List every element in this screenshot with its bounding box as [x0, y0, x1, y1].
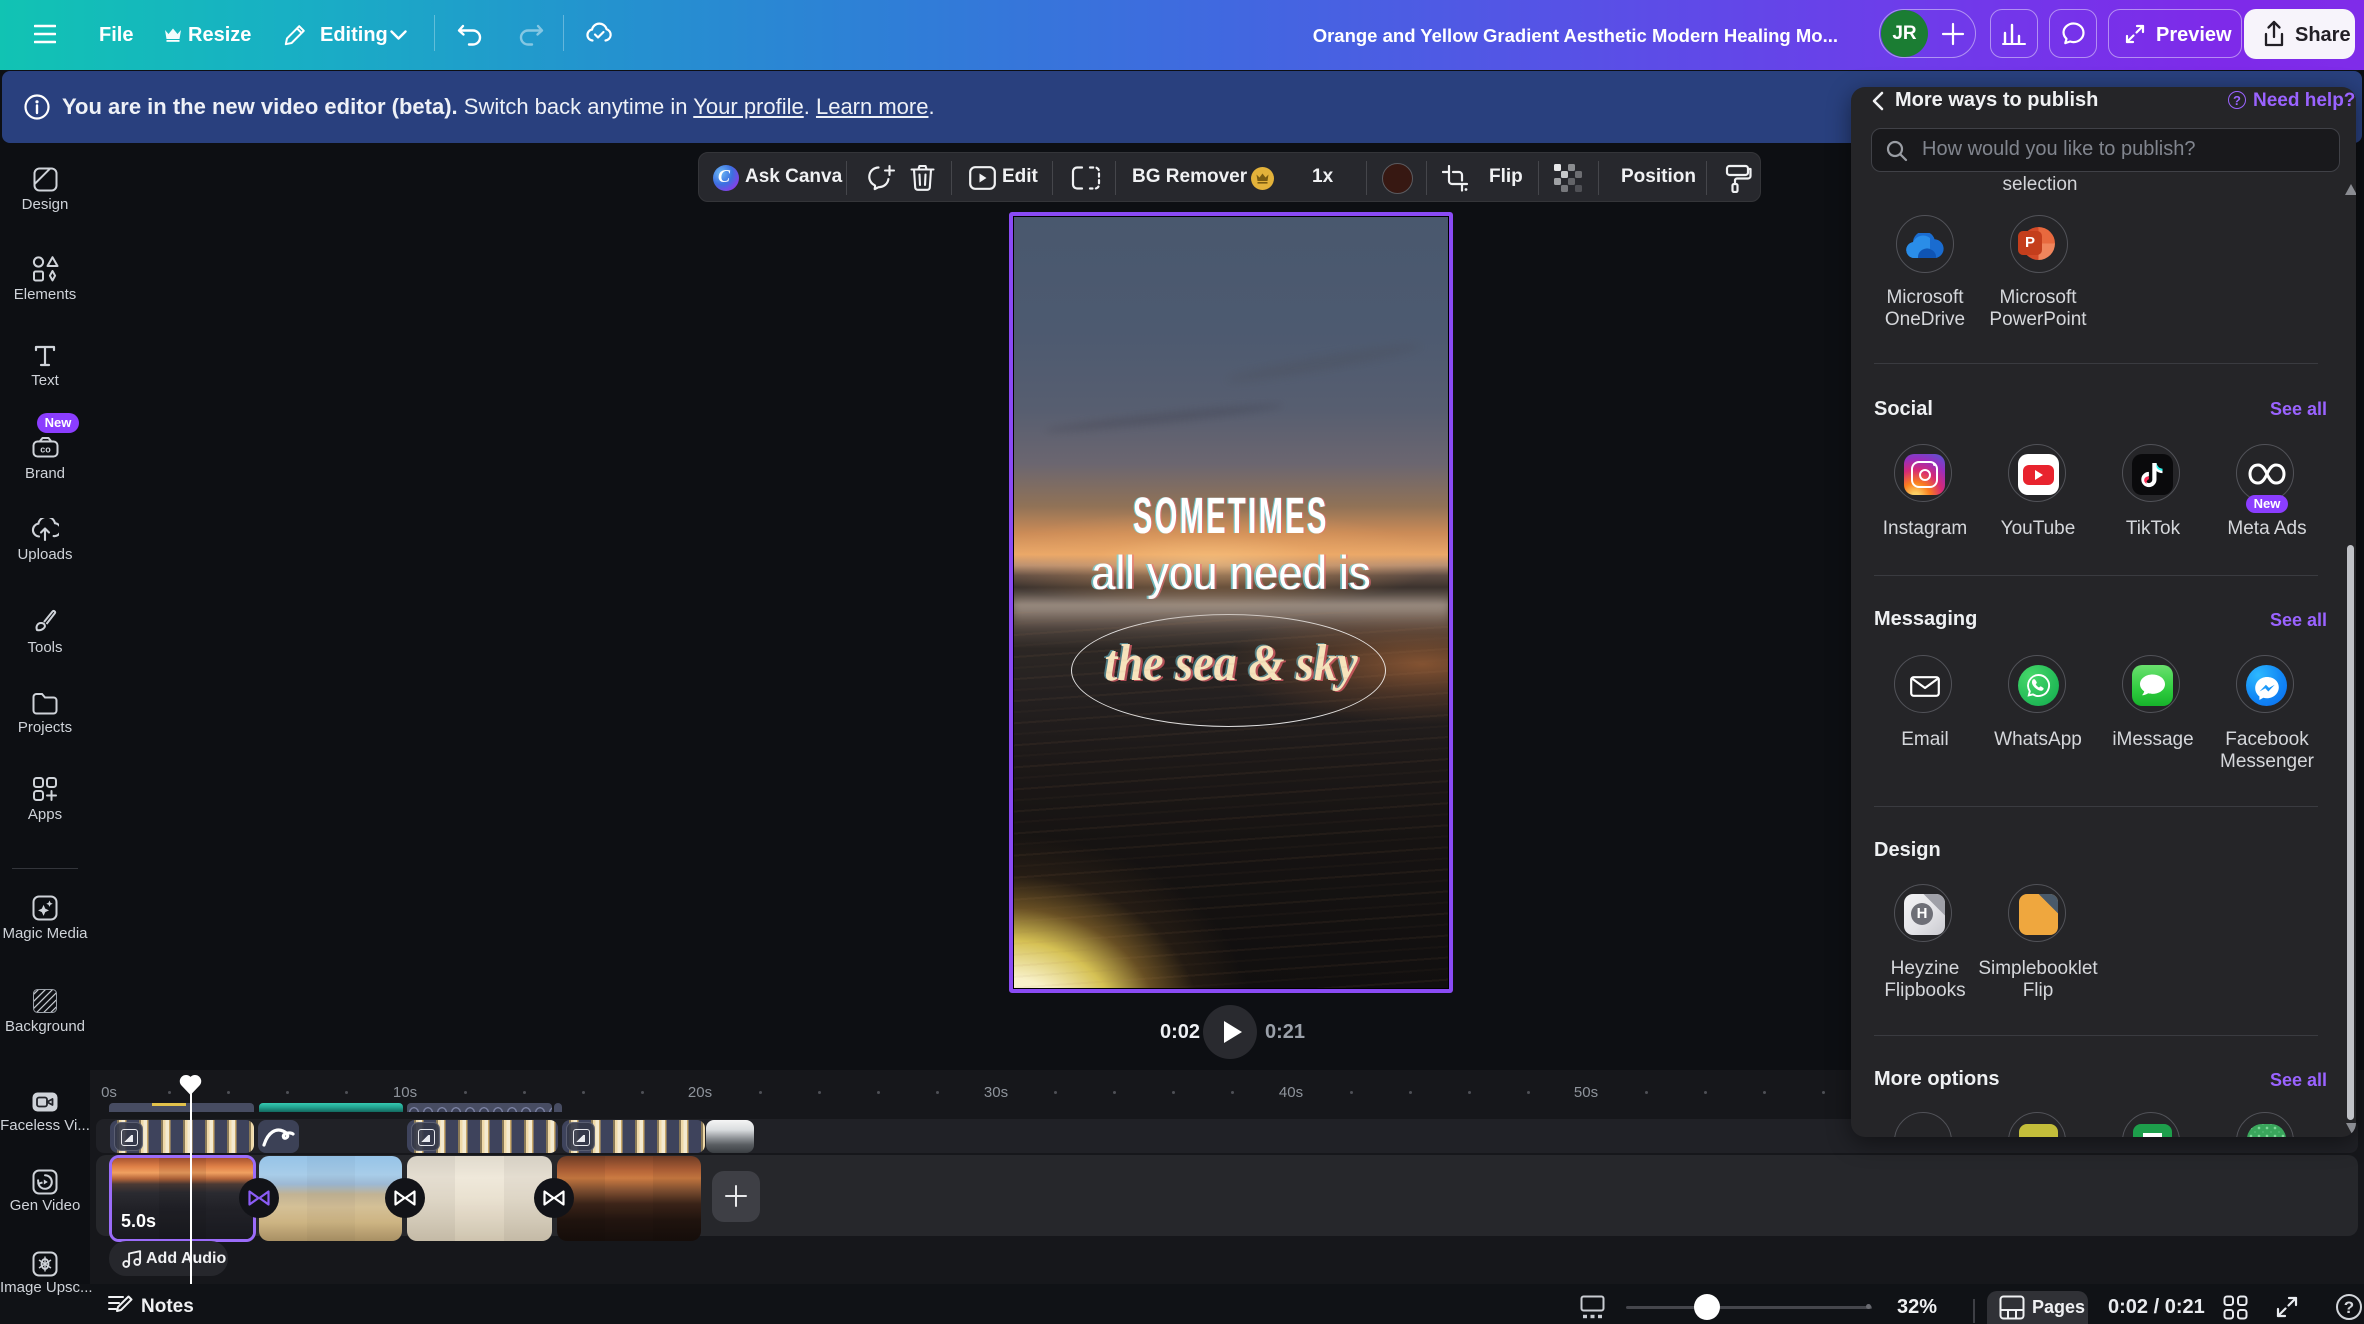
svg-text:co: co — [40, 445, 51, 455]
